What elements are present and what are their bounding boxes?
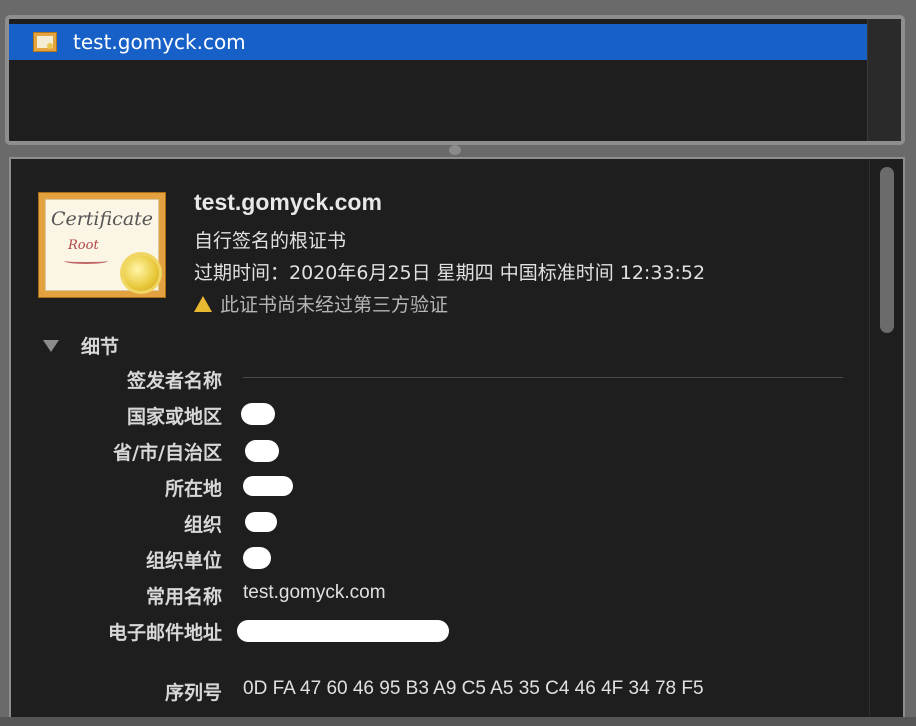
organization-label: 组织 <box>183 514 222 536</box>
certificate-icon-subtitle: Root <box>68 238 99 253</box>
certificate-list-content: test.gomyck.com <box>9 19 867 141</box>
details-disclosure[interactable]: 细节 <box>43 332 119 359</box>
certificate-expiry: 过期时间：2020年6月25日 星期四 中国标准时间 12:33:52 <box>194 262 706 284</box>
common-name-value: test.gomyck.com <box>243 582 386 603</box>
locality-label: 所在地 <box>164 478 222 500</box>
certificate-list-item[interactable]: test.gomyck.com <box>9 24 867 60</box>
issuer-section-heading: 签发者名称 <box>126 370 222 392</box>
serial-value: 0D FA 47 60 46 95 B3 A9 C5 A5 35 C4 46 4… <box>243 678 704 699</box>
certificate-detail-panel: Certificate Root test.gomyck.com 自行签名的根证… <box>9 157 905 717</box>
detail-scrollbar-thumb[interactable] <box>880 167 894 333</box>
certificate-warning: 此证书尚未经过第三方验证 <box>194 290 448 317</box>
flourish-decoration <box>64 258 108 264</box>
redacted-value <box>243 476 293 496</box>
warning-icon <box>194 295 212 312</box>
window-bottom-edge <box>0 717 916 726</box>
certificate-kind: 自行签名的根证书 <box>194 230 347 252</box>
email-label: 电子邮件地址 <box>107 622 222 644</box>
common-name-label: 常用名称 <box>145 586 222 608</box>
redacted-value <box>241 403 275 425</box>
state-label: 省/市/自治区 <box>113 442 222 464</box>
splitter-handle[interactable] <box>449 145 461 155</box>
redacted-value <box>245 512 277 532</box>
redacted-value <box>237 620 449 642</box>
warning-text: 此证书尚未经过第三方验证 <box>220 294 449 316</box>
certificate-large-icon: Certificate Root <box>38 192 166 298</box>
disclosure-triangle-icon[interactable] <box>43 339 59 352</box>
serial-label: 序列号 <box>164 682 222 704</box>
details-label: 细节 <box>81 336 120 358</box>
certificate-icon <box>33 32 57 52</box>
pane-splitter[interactable] <box>0 145 916 157</box>
certificate-name: test.gomyck.com <box>194 189 382 215</box>
detail-scrollbar[interactable] <box>869 159 903 717</box>
seal-icon <box>123 255 159 291</box>
section-divider <box>243 377 843 378</box>
redacted-value <box>243 547 271 569</box>
certificate-list: test.gomyck.com <box>5 15 905 145</box>
country-label: 国家或地区 <box>126 406 222 428</box>
certificate-list-item-label: test.gomyck.com <box>73 30 246 54</box>
list-scrollbar[interactable] <box>867 19 901 141</box>
org-unit-label: 组织单位 <box>145 550 222 572</box>
redacted-value <box>245 440 279 462</box>
certificate-icon-title: Certificate <box>50 208 154 230</box>
